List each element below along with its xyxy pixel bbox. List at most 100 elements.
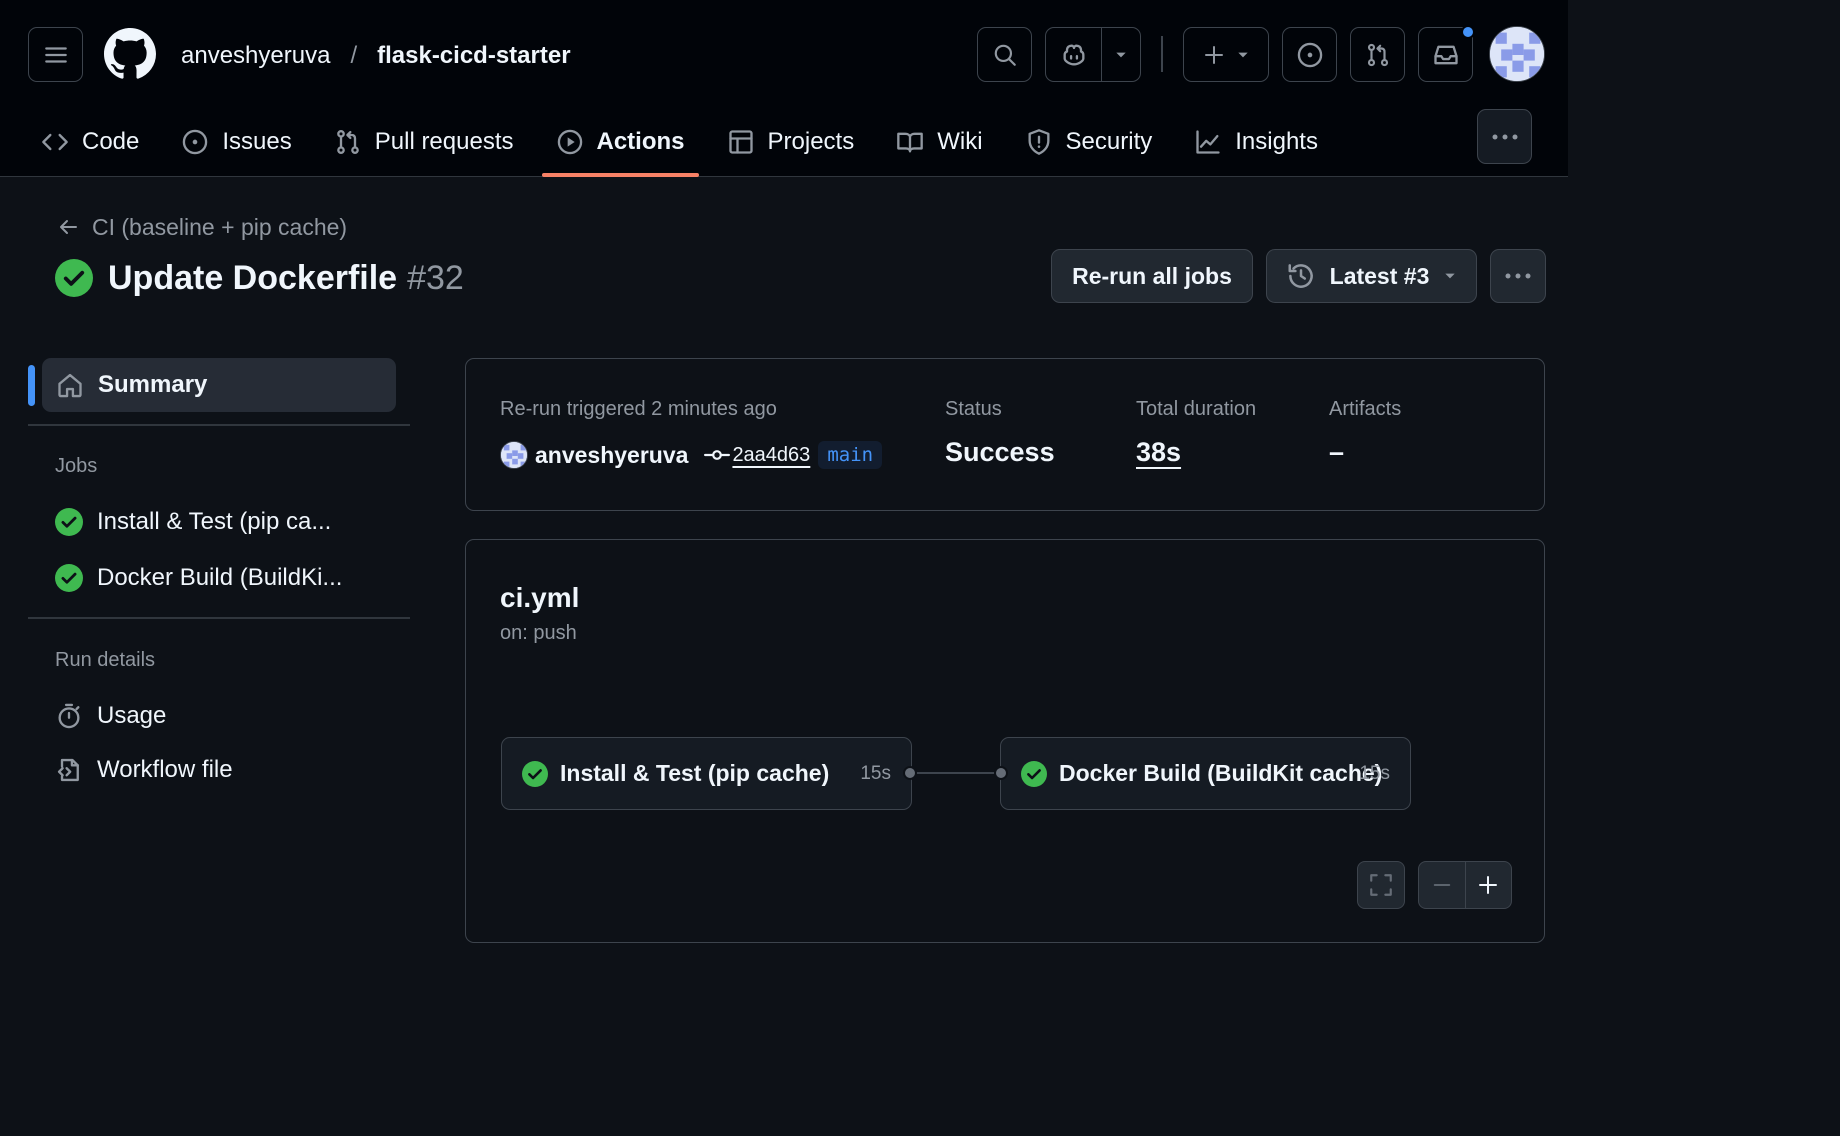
zoom-in-button[interactable] xyxy=(1466,862,1512,908)
actor-avatar[interactable] xyxy=(500,441,528,469)
run-title: Update Dockerfile #32 xyxy=(55,255,464,301)
copilot-menu-caret[interactable] xyxy=(1102,28,1140,81)
branch-label[interactable]: main xyxy=(818,441,883,469)
tab-label: Security xyxy=(1065,128,1153,155)
tab-pull-requests[interactable]: Pull requests xyxy=(320,108,528,176)
sidebar-divider xyxy=(28,424,410,426)
copilot-chat-button[interactable] xyxy=(1046,28,1102,81)
run-more-options-button[interactable] xyxy=(1490,249,1546,303)
your-pull-requests-button[interactable] xyxy=(1350,27,1405,82)
chevron-down-icon xyxy=(1445,273,1456,279)
tab-wiki[interactable]: Wiki xyxy=(882,108,996,176)
attempt-select-button[interactable]: Latest #3 xyxy=(1266,249,1477,303)
user-avatar[interactable] xyxy=(1489,26,1545,82)
sidebar-divider xyxy=(28,617,410,619)
duration-label: Total duration xyxy=(1136,398,1257,420)
sidebar-item-job-docker-build[interactable]: Docker Build (BuildKi... xyxy=(55,560,342,596)
rerun-all-jobs-button[interactable]: Re-run all jobs xyxy=(1051,249,1253,303)
check-circle-fill-icon xyxy=(55,564,83,592)
tab-label: Wiki xyxy=(937,128,983,155)
inbox-icon xyxy=(1433,45,1458,64)
dash-icon xyxy=(1433,884,1450,886)
tab-insights[interactable]: Insights xyxy=(1180,108,1332,176)
workflow-file-name: ci.yml xyxy=(500,582,580,613)
workflow-name: CI (baseline + pip cache) xyxy=(92,213,348,240)
tab-security[interactable]: Security xyxy=(1011,108,1167,176)
check-circle-fill-icon xyxy=(1021,760,1047,787)
total-duration-link[interactable]: 38s xyxy=(1136,437,1181,468)
run-summary-card: Re-run triggered 2 minutes ago anveshyer… xyxy=(465,358,1545,511)
workflow-back-link[interactable]: CI (baseline + pip cache) xyxy=(56,210,347,244)
copilot-button[interactable] xyxy=(1045,27,1141,82)
sidebar-item-summary[interactable]: Summary xyxy=(42,358,396,412)
repo-name-link[interactable]: flask-cicd-starter xyxy=(377,42,570,70)
tab-label: Actions xyxy=(596,128,685,155)
unread-notification-dot xyxy=(1461,25,1475,39)
git-pull-request-icon xyxy=(1367,43,1388,66)
repo-owner-link[interactable]: anveshyeruva xyxy=(181,42,330,70)
breadcrumb-separator: / xyxy=(350,42,358,69)
home-icon xyxy=(58,373,82,398)
fullscreen-button[interactable] xyxy=(1357,861,1405,909)
arrow-left-icon xyxy=(60,220,77,234)
identicon-avatar xyxy=(501,442,527,468)
check-circle-fill-icon xyxy=(522,760,548,787)
check-circle-fill-icon xyxy=(55,508,83,536)
issue-opened-icon xyxy=(1297,42,1322,67)
identicon-avatar xyxy=(1490,27,1544,81)
menu-button[interactable] xyxy=(28,27,83,82)
sidebar-item-label: Usage xyxy=(97,702,167,729)
tab-label: Code xyxy=(82,128,140,155)
create-new-button[interactable] xyxy=(1183,27,1269,82)
run-details-heading: Run details xyxy=(55,649,156,671)
github-logo-icon[interactable] xyxy=(104,28,156,80)
repo-breadcrumb: anveshyeruva / flask-cicd-starter xyxy=(181,38,571,74)
tab-actions[interactable]: Actions xyxy=(541,108,699,177)
stopwatch-icon xyxy=(58,703,80,729)
repo-tabs: Code Issues Pull requests Actions Projec… xyxy=(0,108,1460,177)
tab-label: Pull requests xyxy=(374,128,514,155)
job-name: Install & Test (pip cache) xyxy=(560,760,830,786)
artifacts-label: Artifacts xyxy=(1329,398,1402,420)
screen-full-icon xyxy=(1370,874,1392,896)
issue-opened-icon xyxy=(183,129,208,155)
code-icon xyxy=(42,133,68,151)
status-value: Success xyxy=(945,437,1055,467)
tab-label: Insights xyxy=(1235,128,1318,155)
tab-projects[interactable]: Projects xyxy=(713,108,869,176)
search-button[interactable] xyxy=(977,27,1032,82)
actor-link[interactable]: anveshyeruva xyxy=(535,442,688,469)
sidebar-item-label: Summary xyxy=(98,371,208,398)
commit-sha-link[interactable]: 2aa4d63 xyxy=(732,444,810,467)
workflow-trigger: on: push xyxy=(500,622,577,644)
more-tabs-button[interactable] xyxy=(1477,109,1532,164)
status-label: Status xyxy=(945,398,1002,420)
plus-icon xyxy=(1205,45,1223,64)
sidebar-item-usage[interactable]: Usage xyxy=(55,698,166,734)
graph-job-docker-build[interactable]: Docker Build (BuildKit cache) 15s xyxy=(1000,737,1411,810)
job-output-port xyxy=(903,766,917,780)
graph-icon xyxy=(1196,130,1220,154)
trigger-details: anveshyeruva 2aa4d63 main xyxy=(500,438,883,472)
tab-code[interactable]: Code xyxy=(27,108,153,176)
page-title: Update Dockerfile xyxy=(108,258,398,297)
tab-issues[interactable]: Issues xyxy=(167,108,305,176)
sidebar-item-job-install-test[interactable]: Install & Test (pip ca... xyxy=(55,504,331,540)
sidebar-item-label: Workflow file xyxy=(97,756,233,783)
tab-label: Issues xyxy=(222,128,292,155)
sidebar-item-label: Install & Test (pip ca... xyxy=(97,508,332,535)
sidebar-item-workflow-file[interactable]: Workflow file xyxy=(55,752,233,788)
selected-indicator xyxy=(28,365,35,406)
sidebar-item-label: Docker Build (BuildKi... xyxy=(97,564,343,591)
search-icon xyxy=(994,44,1016,66)
attempt-label: Latest #3 xyxy=(1329,262,1430,289)
kebab-horizontal-icon xyxy=(1505,273,1531,279)
trigger-text: Re-run triggered 2 minutes ago xyxy=(500,398,777,420)
play-icon xyxy=(557,129,582,155)
your-issues-button[interactable] xyxy=(1282,27,1337,82)
kebab-horizontal-icon xyxy=(1492,134,1517,139)
graph-job-install-test[interactable]: Install & Test (pip cache) 15s xyxy=(501,737,912,810)
global-header: anveshyeruva / flask-cicd-starter Code I… xyxy=(0,0,1568,177)
table-icon xyxy=(728,130,753,154)
zoom-out-button[interactable] xyxy=(1419,862,1466,908)
